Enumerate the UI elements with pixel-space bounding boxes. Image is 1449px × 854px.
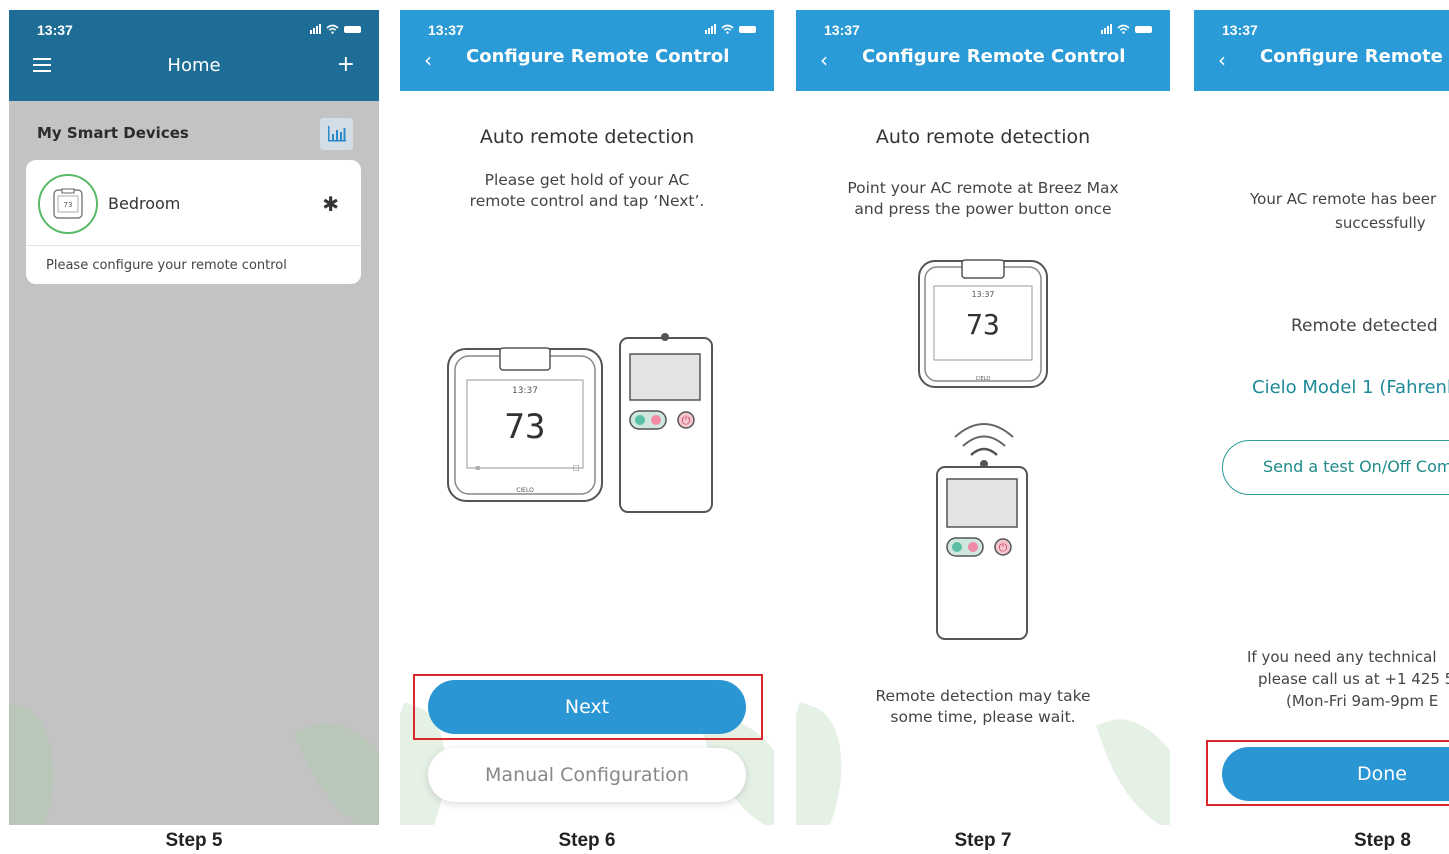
page-title: Configure Remote C xyxy=(1260,46,1449,67)
thermostat-illustration: 13:37 73 CIELO ≡ □ xyxy=(447,347,603,502)
thermostat-time: 13:37 xyxy=(512,386,538,396)
device-name: Bedroom xyxy=(108,194,181,213)
home-header: 13:37 Home + xyxy=(9,10,379,101)
page-title: Configure Remote Control xyxy=(466,46,730,67)
config-header: 13:37 ‹ Configure Remote Control xyxy=(400,10,774,91)
thermostat-temp: 73 xyxy=(505,407,546,447)
cell-signal-icon xyxy=(1101,24,1112,34)
step6-screen: 13:37 ‹ Configure Remote Control Auto re… xyxy=(400,10,774,825)
cell-signal-icon xyxy=(705,24,716,34)
thermostat-temp: 73 xyxy=(966,308,1000,341)
step8-screen: 13:37 ‹ Configure Remote C Your AC remot… xyxy=(1194,10,1449,825)
battery-icon xyxy=(344,26,361,33)
thermostat-time: 13:37 xyxy=(971,290,994,299)
detection-heading: Auto remote detection xyxy=(875,126,1091,148)
remote-detected-label: Remote detected xyxy=(1291,316,1438,336)
thermostat-brand: CIELO xyxy=(516,487,534,494)
step5-screen: 13:37 Home + My Smart Devices 73 Bedroom… xyxy=(9,10,379,825)
battery-icon xyxy=(1135,26,1152,33)
svg-text:□: □ xyxy=(573,464,580,472)
success-message-line1: Your AC remote has beer xyxy=(1250,190,1437,208)
status-icons xyxy=(1101,24,1152,34)
power-icon: ⏻ xyxy=(682,414,691,427)
section-title: My Smart Devices xyxy=(37,124,189,142)
step7-screen: 13:37 ‹ Configure Remote Control Auto re… xyxy=(796,10,1170,825)
support-text-line1: If you need any technical xyxy=(1247,648,1437,666)
detected-model: Cielo Model 1 (Fahrenh xyxy=(1252,377,1449,398)
device-avatar: 73 xyxy=(38,174,98,234)
power-icon: ⏻ xyxy=(999,541,1008,554)
back-chevron-icon[interactable]: ‹ xyxy=(820,48,828,72)
page-title: Home xyxy=(167,55,221,76)
thermostat-icon: 73 xyxy=(53,188,83,219)
remote-illustration: ⏻ xyxy=(936,466,1028,640)
stats-icon xyxy=(327,126,346,142)
step-label: Step 5 xyxy=(165,830,223,851)
config-header: 13:37 ‹ Configure Remote Control xyxy=(796,10,1170,91)
page-title: Configure Remote Control xyxy=(862,46,1126,67)
back-chevron-icon[interactable]: ‹ xyxy=(424,48,432,72)
config-header: 13:37 ‹ Configure Remote C xyxy=(1194,10,1449,91)
device-message[interactable]: Please configure your remote control xyxy=(46,258,287,273)
device-card[interactable]: 73 Bedroom ✱ Please configure your remot… xyxy=(26,160,361,284)
svg-text:≡: ≡ xyxy=(475,464,481,472)
status-time: 13:37 xyxy=(37,22,73,38)
leaf-decoration xyxy=(9,700,81,825)
status-time: 13:37 xyxy=(1222,22,1258,38)
success-message-line2: successfully xyxy=(1335,214,1426,232)
wifi-signal-icon xyxy=(954,423,1014,468)
detection-instructions: Please get hold of your AC remote contro… xyxy=(469,171,705,210)
status-icons xyxy=(310,24,361,34)
wait-message: Remote detection may take some time, ple… xyxy=(875,687,1091,726)
highlight-box xyxy=(1206,740,1449,806)
divider xyxy=(26,245,361,246)
leaf-decoration xyxy=(293,699,379,825)
detection-heading: Auto remote detection xyxy=(479,126,695,148)
detection-instructions: Point your AC remote at Breez Max and pr… xyxy=(847,179,1119,218)
svg-text:73: 73 xyxy=(64,201,73,209)
stats-button[interactable] xyxy=(320,118,353,150)
wifi-icon xyxy=(1117,24,1130,34)
battery-icon xyxy=(739,26,756,33)
add-device-plus-icon[interactable]: + xyxy=(337,52,355,77)
send-test-command-button[interactable]: Send a test On/Off Com xyxy=(1222,440,1449,495)
manual-configuration-button[interactable]: Manual Configuration xyxy=(428,748,746,802)
cell-signal-icon xyxy=(310,24,321,34)
support-text-line3: (Mon-Fri 9am-9pm E xyxy=(1286,692,1439,710)
remote-illustration: ⏻ xyxy=(619,333,713,513)
step-label: Step 6 xyxy=(558,830,616,851)
thermostat-illustration: 13:37 73 CIELO xyxy=(918,259,1048,388)
status-time: 13:37 xyxy=(428,22,464,38)
highlight-box xyxy=(413,674,763,740)
step-label: Step 8 xyxy=(1353,830,1412,851)
thermostat-brand: CIELO xyxy=(976,376,991,382)
back-chevron-icon[interactable]: ‹ xyxy=(1218,48,1226,72)
support-text-line2: please call us at +1 425 52 xyxy=(1258,670,1449,688)
step-label: Step 7 xyxy=(954,830,1012,851)
status-icons xyxy=(705,24,756,34)
gear-icon[interactable]: ✱ xyxy=(322,192,339,216)
status-time: 13:37 xyxy=(824,22,860,38)
wifi-icon xyxy=(721,24,734,34)
wifi-icon xyxy=(326,24,339,34)
